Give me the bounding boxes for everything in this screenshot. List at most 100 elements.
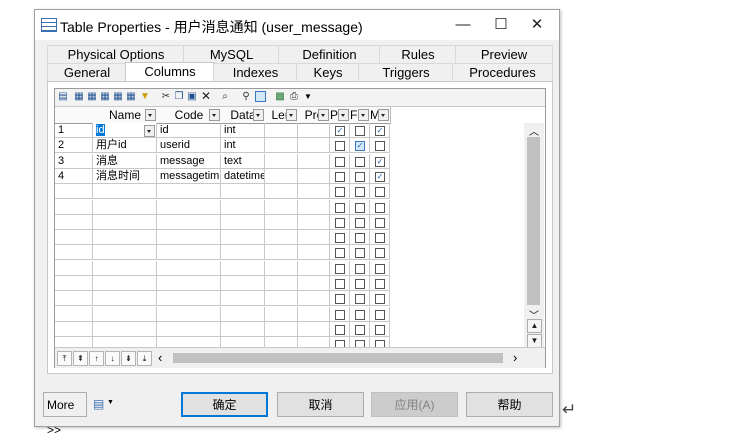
cell-data[interactable] [221,291,265,307]
cell-len[interactable] [265,153,298,169]
properties-menu-icon[interactable]: ▤ [93,397,104,411]
cell-f[interactable] [350,245,370,261]
cell-pre[interactable] [298,138,330,154]
cell-pre[interactable] [298,245,330,261]
checkbox[interactable]: ✓ [355,141,365,152]
table-row[interactable] [55,260,523,276]
chevron-down-icon[interactable] [318,109,329,121]
cell-code[interactable] [157,230,221,246]
cell-p[interactable] [330,306,350,322]
checkbox[interactable] [355,187,365,198]
tab-mysql[interactable]: MySQL [183,45,279,63]
tab-keys[interactable]: Keys [296,63,359,81]
cell-p[interactable] [330,291,350,307]
cell-name[interactable] [93,184,157,200]
cell-m[interactable]: ✓ [370,153,390,169]
cell-pre[interactable] [298,153,330,169]
table-row[interactable] [55,306,523,322]
tab-physical-options[interactable]: Physical Options [47,45,184,63]
checkbox[interactable] [355,294,365,305]
properties-icon[interactable]: ▤ [58,91,68,102]
cell-code[interactable] [157,245,221,261]
cell-p[interactable] [330,199,350,215]
move-down-icon[interactable]: ▼ [527,334,542,348]
checkbox[interactable] [355,217,365,228]
tab-columns[interactable]: Columns [125,62,215,82]
cell-pre[interactable] [298,260,330,276]
header-data-type[interactable]: Data [221,107,266,124]
cell-m[interactable] [370,214,390,230]
cell-p[interactable] [330,214,350,230]
move-bottom-icon[interactable]: ⤓ [137,351,152,366]
checkbox[interactable] [335,263,345,274]
cell-m[interactable]: ✓ [370,123,390,138]
cell-m[interactable]: ✓ [370,168,390,184]
cell-p[interactable] [330,168,350,184]
checkbox[interactable] [355,324,365,335]
cell-f[interactable] [350,276,370,291]
move-page-up-icon[interactable]: ⇞ [73,351,88,366]
print-icon[interactable]: ⎙ [289,91,299,102]
cell-data[interactable] [221,276,265,291]
checkbox[interactable] [355,171,365,182]
more-button[interactable]: More >> [43,392,87,437]
customize-columns-icon[interactable]: ⚲ [241,91,251,102]
chevron-down-icon[interactable] [144,125,155,137]
vertical-scroll-thumb[interactable] [527,137,540,305]
apply-button[interactable]: 应用(A) [371,392,458,417]
cell-p[interactable] [330,276,350,291]
cell-len[interactable] [265,291,298,307]
cell-data[interactable]: datetime [221,168,265,184]
cut-icon[interactable]: ✂ [161,91,171,102]
checkbox[interactable] [335,171,345,182]
table-row[interactable]: 2 用户id userid int ✓ [55,138,523,154]
cell-m[interactable] [370,260,390,276]
chevron-down-icon[interactable] [253,109,264,121]
table-row[interactable] [55,199,523,215]
close-button[interactable]: ✕ [519,14,555,36]
cell-name[interactable] [93,260,157,276]
help-button[interactable]: 帮助 [466,392,553,417]
checkbox[interactable] [355,126,365,136]
chevron-down-icon[interactable] [286,109,297,121]
checkbox[interactable] [355,248,365,259]
checkbox[interactable] [375,279,385,289]
checkbox[interactable] [335,187,345,198]
cell-m[interactable] [370,230,390,246]
cell-len[interactable] [265,276,298,291]
checkbox[interactable] [375,324,385,335]
chevron-down-icon[interactable]: ▼ [107,399,114,406]
cell-p[interactable]: ✓ [330,123,350,138]
cell-len[interactable] [265,245,298,261]
checkbox[interactable] [375,263,385,274]
delete-row-icon[interactable]: ▦ [113,91,123,102]
cell-len[interactable] [265,260,298,276]
cell-f[interactable] [350,291,370,307]
header-mandatory[interactable]: M [370,107,391,124]
table-row[interactable]: 3 消息 message text ✓ [55,153,523,169]
cell-p[interactable] [330,260,350,276]
cell-f[interactable] [350,184,370,200]
tab-preview[interactable]: Preview [455,45,553,63]
cell-pre[interactable] [298,291,330,307]
cell-code[interactable]: id [157,123,221,138]
cell-pre[interactable] [298,306,330,322]
cell-data[interactable]: int [221,138,265,154]
cell-f[interactable] [350,260,370,276]
cell-pre[interactable] [298,276,330,291]
table-row[interactable] [55,276,523,291]
tab-definition[interactable]: Definition [278,45,380,63]
checkbox[interactable] [375,202,385,213]
add-rows-icon[interactable]: ▦ [100,91,110,102]
cell-pre[interactable] [298,123,330,138]
chevron-down-icon[interactable] [145,109,156,121]
cell-len[interactable] [265,214,298,230]
cell-data[interactable]: text [221,153,265,169]
delete-icon[interactable]: ✕ [201,90,211,102]
checkbox[interactable]: ✓ [335,126,345,136]
table-row[interactable] [55,245,523,261]
cell-m[interactable] [370,291,390,307]
header-code[interactable]: Code [157,107,222,124]
filter-icon[interactable]: ▼ [140,91,150,102]
checkbox[interactable] [375,248,385,259]
